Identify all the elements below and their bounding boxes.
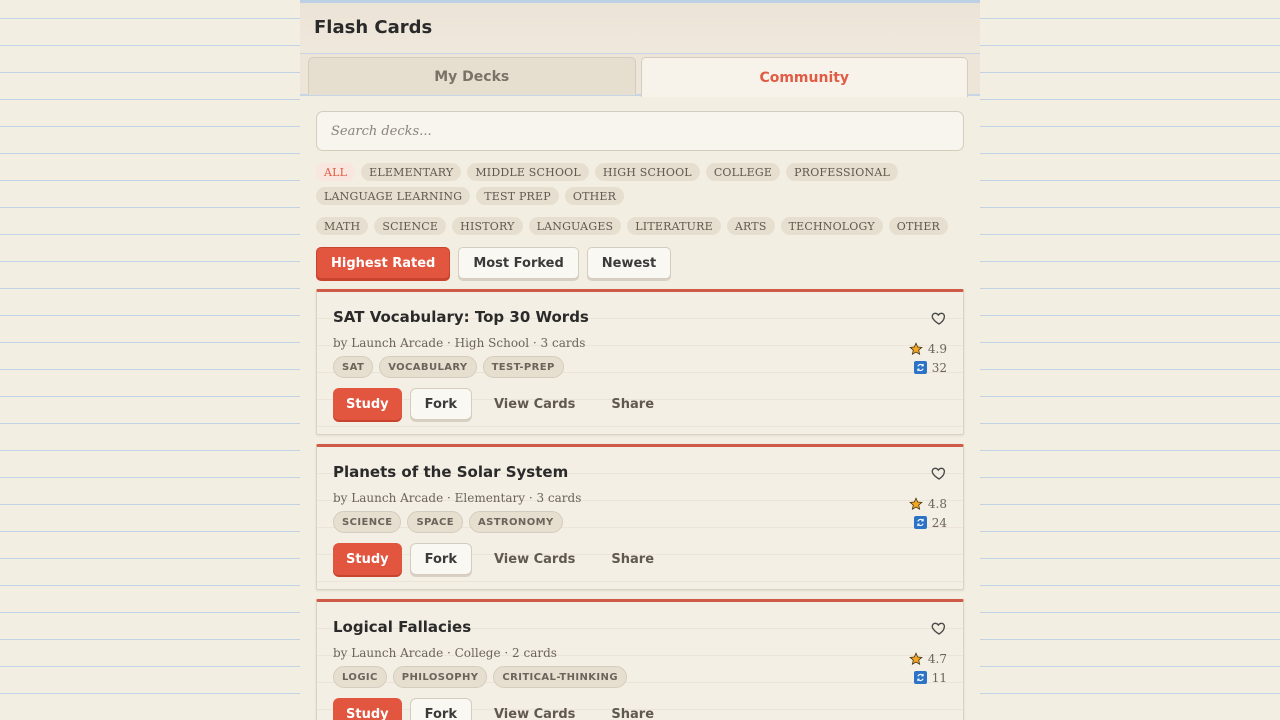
- fork-button[interactable]: Fork: [409, 698, 472, 720]
- search-input[interactable]: [331, 123, 949, 139]
- rating-value: 4.8: [927, 496, 947, 511]
- level-chip-high-school[interactable]: HIGH SCHOOL: [594, 163, 700, 181]
- level-chip-professional[interactable]: PROFESSIONAL: [786, 163, 898, 181]
- share-button[interactable]: Share: [597, 543, 668, 575]
- rating-value: 4.9: [927, 341, 947, 356]
- subject-chip-arts[interactable]: ARTS: [726, 217, 775, 235]
- sort-row: Highest Rated Most Forked Newest: [316, 247, 964, 279]
- deck-actions: Study Fork View Cards Share: [333, 543, 947, 575]
- star-icon: [909, 651, 923, 665]
- fork-count-icon: [913, 516, 927, 529]
- deck-meta: by Launch Arcade · College · 2 cards: [333, 646, 557, 660]
- fork-count-value: 11: [931, 670, 947, 685]
- deck-tag: SAT: [333, 356, 374, 378]
- rating-stat: 4.9: [909, 339, 947, 358]
- rating-stat: 4.8: [909, 494, 947, 513]
- level-chip-all[interactable]: ALL: [316, 163, 356, 181]
- sort-most-forked-button[interactable]: Most Forked: [458, 247, 579, 279]
- subject-chip-history[interactable]: HISTORY: [452, 217, 523, 235]
- fork-stat: 24: [909, 513, 947, 532]
- star-icon: [909, 341, 923, 355]
- deck-title: SAT Vocabulary: Top 30 Words: [333, 308, 589, 326]
- fork-count-value: 32: [931, 360, 947, 375]
- deck-meta: by Launch Arcade · High School · 3 cards: [333, 336, 586, 350]
- deck-tags: SCIENCE SPACE ASTRONOMY: [333, 511, 947, 533]
- app-title: Flash Cards: [314, 16, 433, 38]
- rating-stat: 4.7: [909, 649, 947, 668]
- deck-tag: SPACE: [407, 511, 463, 533]
- study-button[interactable]: Study: [333, 698, 402, 720]
- subject-chip-science[interactable]: SCIENCE: [374, 217, 447, 235]
- fork-count-icon: [913, 361, 927, 374]
- share-button[interactable]: Share: [597, 388, 668, 420]
- tab-community[interactable]: Community: [640, 57, 968, 97]
- tab-my-decks[interactable]: My Decks: [308, 57, 636, 95]
- fork-button[interactable]: Fork: [409, 543, 472, 575]
- deck-actions: Study Fork View Cards Share: [333, 388, 947, 420]
- deck-actions: Study Fork View Cards Share: [333, 698, 947, 720]
- heart-icon[interactable]: [931, 310, 947, 326]
- tab-bar: My Decks Community: [300, 54, 980, 97]
- subject-chip-literature[interactable]: LITERATURE: [627, 217, 721, 235]
- subject-chip-technology[interactable]: TECHNOLOGY: [780, 217, 883, 235]
- view-cards-button[interactable]: View Cards: [480, 543, 589, 575]
- view-cards-button[interactable]: View Cards: [480, 698, 589, 720]
- fork-count-value: 24: [931, 515, 947, 530]
- search-box[interactable]: [316, 111, 964, 151]
- star-icon: [909, 496, 923, 510]
- deck-stats: 4.7 11: [909, 649, 947, 687]
- deck-tag: TEST-PREP: [482, 356, 564, 378]
- deck-tags: SAT VOCABULARY TEST-PREP: [333, 356, 947, 378]
- community-content: ALL ELEMENTARY MIDDLE SCHOOL HIGH SCHOOL…: [300, 96, 980, 720]
- deck-tag: SCIENCE: [333, 511, 402, 533]
- fork-button[interactable]: Fork: [409, 388, 472, 420]
- deck-title: Planets of the Solar System: [333, 463, 569, 481]
- subject-chip-math[interactable]: MATH: [316, 217, 369, 235]
- heart-icon[interactable]: [931, 620, 947, 636]
- sort-highest-rated-button[interactable]: Highest Rated: [316, 247, 451, 279]
- rating-value: 4.7: [927, 651, 947, 666]
- heart-icon[interactable]: [931, 465, 947, 481]
- fork-stat: 11: [909, 668, 947, 687]
- deck-tag: PHILOSOPHY: [392, 666, 488, 688]
- app-header: Flash Cards: [300, 0, 980, 54]
- subject-chip-other[interactable]: OTHER: [888, 217, 949, 235]
- deck-meta: by Launch Arcade · Elementary · 3 cards: [333, 491, 582, 505]
- deck-tag: LOGIC: [333, 666, 387, 688]
- deck-stats: 4.9 32: [909, 339, 947, 377]
- sort-newest-button[interactable]: Newest: [586, 247, 672, 279]
- deck-tags: LOGIC PHILOSOPHY CRITICAL-THINKING: [333, 666, 947, 688]
- level-filter-row: ALL ELEMENTARY MIDDLE SCHOOL HIGH SCHOOL…: [316, 163, 916, 205]
- subject-chip-languages[interactable]: LANGUAGES: [528, 217, 622, 235]
- deck-tag: CRITICAL-THINKING: [493, 666, 627, 688]
- level-chip-test-prep[interactable]: TEST PREP: [476, 187, 559, 205]
- subject-filter-row: MATH SCIENCE HISTORY LANGUAGES LITERATUR…: [316, 217, 964, 235]
- deck-stats: 4.8 24: [909, 494, 947, 532]
- study-button[interactable]: Study: [333, 388, 402, 420]
- level-chip-other[interactable]: OTHER: [564, 187, 625, 205]
- level-chip-elementary[interactable]: ELEMENTARY: [361, 163, 462, 181]
- study-button[interactable]: Study: [333, 543, 402, 575]
- level-chip-language-learning[interactable]: LANGUAGE LEARNING: [316, 187, 471, 205]
- deck-card: SAT Vocabulary: Top 30 Words by Launch A…: [316, 289, 964, 435]
- deck-card: Planets of the Solar System by Launch Ar…: [316, 444, 964, 590]
- view-cards-button[interactable]: View Cards: [480, 388, 589, 420]
- level-chip-middle-school[interactable]: MIDDLE SCHOOL: [467, 163, 589, 181]
- deck-tag: ASTRONOMY: [468, 511, 563, 533]
- app-window: Flash Cards My Decks Community ALL ELEME…: [300, 0, 980, 720]
- deck-title: Logical Fallacies: [333, 618, 472, 636]
- deck-card: Logical Fallacies by Launch Arcade · Col…: [316, 599, 964, 720]
- fork-stat: 32: [909, 358, 947, 377]
- share-button[interactable]: Share: [597, 698, 668, 720]
- level-chip-college[interactable]: COLLEGE: [705, 163, 781, 181]
- deck-tag: VOCABULARY: [379, 356, 477, 378]
- fork-count-icon: [913, 671, 927, 684]
